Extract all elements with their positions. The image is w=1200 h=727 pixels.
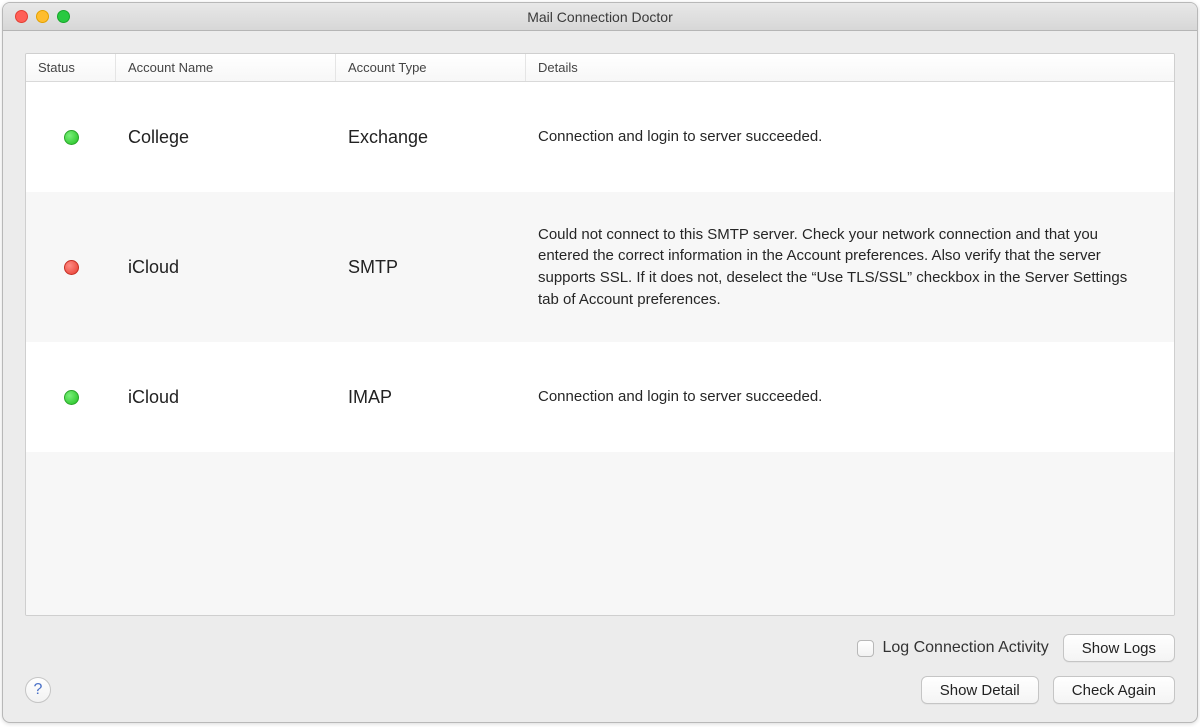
account-name-cell: iCloud — [116, 387, 336, 408]
show-detail-button[interactable]: Show Detail — [921, 676, 1039, 704]
content-area: Status Account Name Account Type Details… — [3, 31, 1197, 722]
check-again-button[interactable]: Check Again — [1053, 676, 1175, 704]
zoom-icon[interactable] — [57, 10, 70, 23]
connection-table: Status Account Name Account Type Details… — [25, 53, 1175, 616]
status-dot-icon — [64, 260, 79, 275]
header-details[interactable]: Details — [526, 54, 1174, 81]
account-name-cell: College — [116, 127, 336, 148]
footer-row-bottom: ? Show Detail Check Again — [25, 676, 1175, 704]
footer-row-top: Log Connection Activity Show Logs — [25, 634, 1175, 662]
checkbox-icon[interactable] — [857, 640, 874, 657]
footer: Log Connection Activity Show Logs ? Show… — [25, 616, 1175, 704]
show-logs-button[interactable]: Show Logs — [1063, 634, 1175, 662]
table-body: College Exchange Connection and login to… — [26, 82, 1174, 615]
table-row[interactable]: iCloud IMAP Connection and login to serv… — [26, 342, 1174, 452]
help-button[interactable]: ? — [25, 677, 51, 703]
window: Mail Connection Doctor Status Account Na… — [2, 2, 1198, 723]
status-dot-icon — [64, 130, 79, 145]
titlebar: Mail Connection Doctor — [3, 3, 1197, 31]
account-type-cell: SMTP — [336, 257, 526, 278]
minimize-icon[interactable] — [36, 10, 49, 23]
traffic-lights — [3, 10, 70, 23]
account-type-cell: Exchange — [336, 127, 526, 148]
table-row[interactable]: iCloud SMTP Could not connect to this SM… — [26, 192, 1174, 342]
details-cell: Connection and login to server succeeded… — [526, 372, 1174, 422]
account-type-cell: IMAP — [336, 387, 526, 408]
header-account-name[interactable]: Account Name — [116, 54, 336, 81]
close-icon[interactable] — [15, 10, 28, 23]
details-cell: Could not connect to this SMTP server. C… — [526, 210, 1174, 325]
log-connection-activity-label: Log Connection Activity — [882, 639, 1048, 657]
log-connection-activity-checkbox[interactable]: Log Connection Activity — [857, 639, 1048, 657]
details-cell: Connection and login to server succeeded… — [526, 112, 1174, 162]
status-cell — [26, 390, 116, 405]
status-dot-icon — [64, 390, 79, 405]
table-row[interactable]: College Exchange Connection and login to… — [26, 82, 1174, 192]
status-cell — [26, 130, 116, 145]
window-title: Mail Connection Doctor — [3, 9, 1197, 25]
header-status[interactable]: Status — [26, 54, 116, 81]
status-cell — [26, 260, 116, 275]
account-name-cell: iCloud — [116, 257, 336, 278]
table-header: Status Account Name Account Type Details — [26, 54, 1174, 82]
header-account-type[interactable]: Account Type — [336, 54, 526, 81]
